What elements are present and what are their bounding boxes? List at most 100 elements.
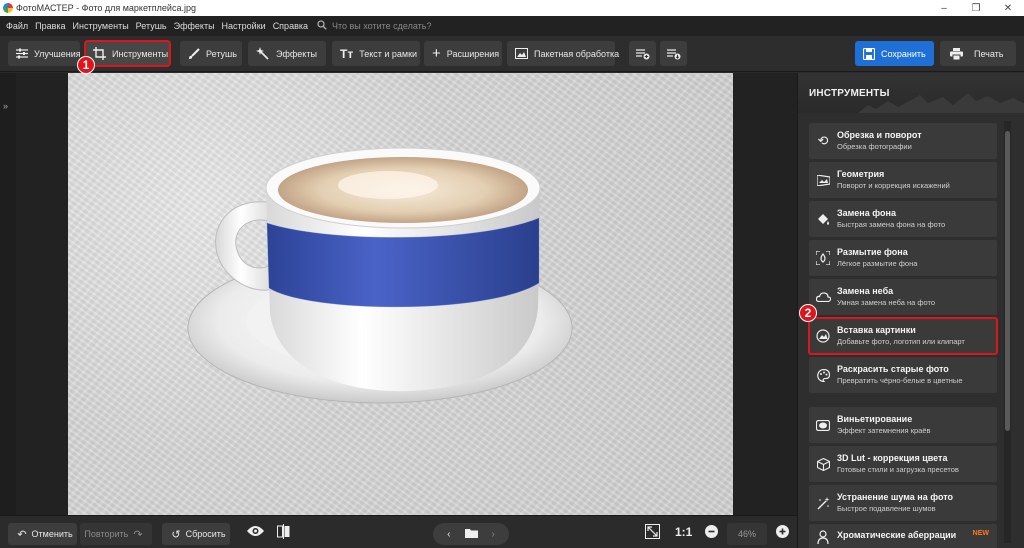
tool-insert-image[interactable]: Вставка картинки Добавьте фото, логотип и… (808, 317, 998, 355)
preview-eye-icon[interactable] (247, 525, 264, 540)
tab-enhancements-label: Улучшения (34, 48, 81, 59)
fill-bucket-icon (809, 213, 837, 226)
tool-desc: Обрезка фотографии (837, 142, 912, 151)
image-stack-icon (515, 48, 528, 59)
vignette-icon (809, 419, 837, 431)
batch-processing-button[interactable]: Пакетная обработка (507, 41, 619, 66)
zoom-in-icon[interactable] (776, 525, 789, 541)
tab-extensions-label: Расширения (446, 48, 500, 59)
menu-tools[interactable]: Инструменты (73, 21, 129, 31)
panel-scrollbar[interactable] (1004, 121, 1011, 543)
prev-image-icon[interactable]: ‹ (447, 529, 450, 540)
undo-button[interactable]: ↶ Отменить (8, 523, 77, 545)
tool-chromatic-aberrations[interactable]: Хроматические аберрации NEW (809, 524, 997, 548)
add-preset-button[interactable] (629, 41, 656, 66)
batch-processing-label: Пакетная обработка (534, 48, 620, 59)
tool-desc: Быстрая замена фона на фото (837, 220, 946, 229)
redo-icon: ↷ (133, 528, 143, 541)
fit-screen-icon[interactable] (645, 524, 660, 542)
tool-title: Устранение шума на фото (837, 492, 954, 502)
print-label: Печать (974, 48, 1004, 59)
redo-label: Повторить (84, 529, 129, 539)
tab-effects[interactable]: Эффекты (248, 41, 326, 66)
tool-title: Виньетирование (837, 414, 913, 424)
reset-icon: ↺ (171, 528, 181, 541)
tool-desc: Быстрое подавление шумов (837, 504, 936, 513)
redo-button[interactable]: Повторить ↷ (80, 523, 152, 545)
folder-icon[interactable] (464, 528, 478, 540)
new-badge: NEW (972, 530, 989, 537)
menu-effects[interactable]: Эффекты (174, 21, 215, 31)
save-button[interactable]: Сохранить (855, 41, 934, 66)
tool-title: Размытие фона (837, 247, 908, 257)
minimize-button[interactable]: – (928, 0, 960, 16)
search-placeholder: Что вы хотите сделать? (332, 21, 432, 31)
tab-enhancements[interactable]: Улучшения (8, 41, 81, 66)
photo-canvas[interactable] (68, 73, 733, 515)
compare-icon[interactable] (277, 524, 290, 542)
tool-crop-rotate[interactable]: ⟲ Обрезка и поворот Обрезка фотографии (809, 123, 997, 159)
tool-colorize-old-photos[interactable]: Раскрасить старые фото Превратить чёрно-б… (809, 357, 997, 393)
tool-3d-lut[interactable]: 3D Lut - коррекция цвета Готовые стили и … (809, 446, 997, 482)
actual-size-button[interactable]: 1:1 (675, 525, 692, 539)
list-download-icon (666, 48, 681, 60)
bottom-bar: ↶ Отменить Повторить ↷ ↺ Сбросить ‹ › 1:… (0, 515, 797, 548)
forest-silhouette-decoration (858, 93, 1024, 113)
list-add-icon (635, 48, 650, 60)
palette-icon (809, 368, 837, 382)
printer-icon (950, 47, 963, 60)
tool-desc: Лёгкое размытие фона (837, 259, 918, 268)
tab-retouch[interactable]: Ретушь (180, 41, 242, 66)
image-navigation: ‹ › (433, 523, 509, 545)
load-preset-button[interactable] (660, 41, 687, 66)
menu-edit[interactable]: Правка (35, 21, 65, 31)
reset-button[interactable]: ↺ Сбросить (162, 523, 230, 545)
tool-title: Замена неба (837, 286, 894, 296)
magic-wand-icon (256, 47, 270, 60)
text-icon: Tт (340, 46, 354, 61)
crop-rotate-icon: ⟲ (817, 133, 829, 148)
expand-panel-icon[interactable]: » (3, 101, 8, 111)
tools-panel: ИНСТРУМЕНТЫ ⟲ Обрезка и поворот Обрезка ф… (797, 73, 1024, 548)
search-icon (317, 19, 327, 33)
crop-icon (93, 47, 106, 60)
geometry-icon (809, 174, 837, 186)
tool-noise-reduction[interactable]: Устранение шума на фото Быстрое подавлени… (809, 485, 997, 521)
plus-icon: + (432, 45, 441, 62)
tab-text-frames[interactable]: Tт Текст и рамки (332, 41, 420, 66)
maximize-button[interactable]: ❐ (960, 0, 992, 16)
tool-desc: Эффект затемнения краёв (837, 426, 931, 435)
app-window: ФотоМАСТЕР - Фото для маркетплейса.jpg –… (0, 0, 1024, 548)
menu-settings[interactable]: Настройки (222, 21, 266, 31)
tool-geometry[interactable]: Геометрия Поворот и коррекция искажений (809, 162, 997, 198)
close-button[interactable]: ✕ (992, 0, 1024, 16)
tab-tools[interactable]: Инструменты (84, 40, 171, 67)
menu-bar: Файл Правка Инструменты Ретушь Эффекты Н… (0, 16, 1024, 36)
search-box[interactable]: Что вы хотите сделать? (317, 19, 432, 33)
undo-label: Отменить (31, 529, 73, 539)
save-label: Сохранить (881, 48, 926, 59)
scrollbar-thumb[interactable] (1005, 131, 1010, 431)
tool-vignette[interactable]: Виньетирование Эффект затемнения краёв (809, 407, 997, 443)
noise-icon (809, 496, 837, 510)
menu-file[interactable]: Файл (6, 21, 28, 31)
zoom-out-icon[interactable] (705, 525, 718, 541)
print-button[interactable]: Печать (940, 41, 1016, 66)
tab-effects-label: Эффекты (276, 48, 317, 59)
next-image-icon[interactable]: › (492, 529, 495, 540)
zoom-value-field[interactable]: 46% (727, 523, 767, 545)
tool-title: Геометрия (837, 169, 885, 179)
tool-desc: Добавьте фото, логотип или клипарт (837, 337, 965, 346)
cube-icon (809, 457, 837, 471)
menu-retouch[interactable]: Ретушь (136, 21, 167, 31)
sliders-icon (16, 48, 28, 59)
tool-replace-sky[interactable]: Замена неба Умная замена неба на фото (809, 279, 997, 315)
menu-help[interactable]: Справка (273, 21, 308, 31)
tool-blur-background[interactable]: Размытие фона Лёгкое размытие фона (809, 240, 997, 276)
tool-replace-background[interactable]: Замена фона Быстрая замена фона на фото (809, 201, 997, 237)
canvas-workspace: » (0, 73, 797, 515)
window-title: ФотоМАСТЕР - Фото для маркетплейса.jpg (16, 3, 196, 13)
aberration-icon (809, 530, 837, 544)
blur-icon (809, 251, 837, 265)
tab-extensions[interactable]: + Расширения (424, 41, 502, 66)
